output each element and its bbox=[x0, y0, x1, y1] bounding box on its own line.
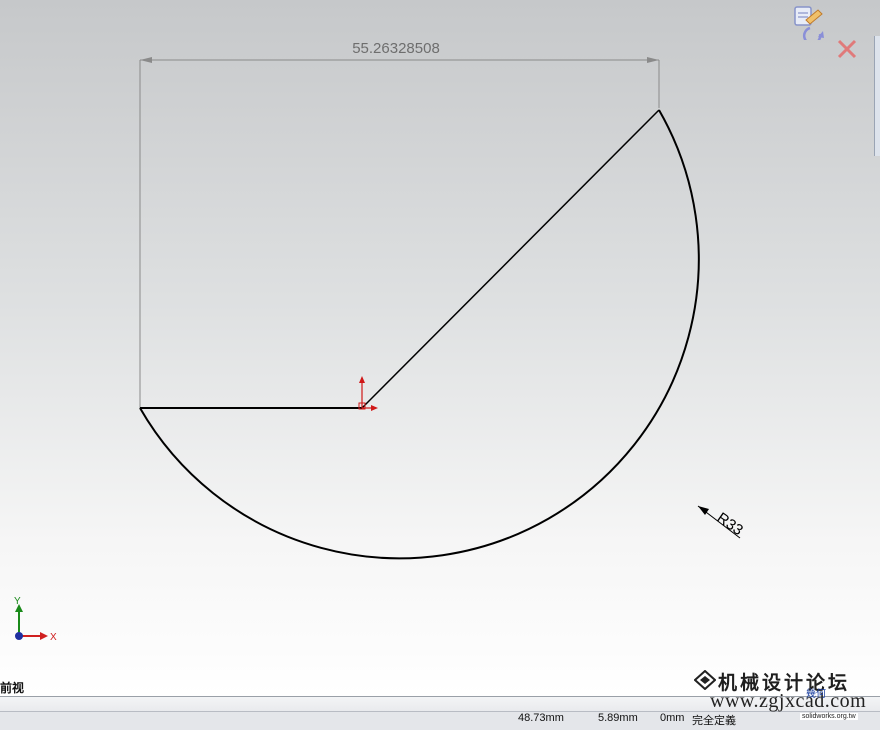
view-name-label: 前视 bbox=[0, 681, 25, 695]
reference-triad-icon[interactable] bbox=[15, 604, 48, 640]
watermark-url: www.zgjxcad.com bbox=[710, 690, 867, 712]
dimension-arrow-right bbox=[647, 57, 659, 63]
watermark-small-text: solidworks.org.tw bbox=[800, 713, 858, 720]
sketch-line-angled[interactable] bbox=[361, 109, 660, 409]
triad-y-label: Y bbox=[14, 596, 21, 607]
diamond-logo-icon bbox=[694, 670, 716, 690]
sketch-origin-icon bbox=[358, 376, 378, 411]
exit-sketch-icon[interactable] bbox=[792, 4, 826, 40]
status-x-coordinate: 48.73mm bbox=[518, 712, 564, 724]
sketch-arc[interactable] bbox=[139, 109, 700, 560]
sketch-canvas[interactable]: 55.26328508 R33 Y X bbox=[0, 0, 880, 696]
graphics-area[interactable]: 55.26328508 R33 Y X 前视 bbox=[0, 0, 880, 696]
dimension-arrow-left bbox=[140, 57, 152, 63]
watermark: 机械设计论坛 www.zgjxcad.com 幾何 solidworks.org… bbox=[690, 666, 880, 728]
status-z-coordinate: 0mm bbox=[660, 712, 685, 724]
radius-label[interactable]: R33 bbox=[714, 509, 746, 539]
close-icon[interactable] bbox=[836, 38, 858, 60]
watermark-badge: 幾何 bbox=[806, 689, 826, 700]
triad-x-label: X bbox=[50, 632, 57, 643]
task-pane-edge[interactable] bbox=[874, 36, 880, 156]
status-y-coordinate: 5.89mm bbox=[598, 712, 638, 724]
dimension-value[interactable]: 55.26328508 bbox=[352, 40, 440, 57]
